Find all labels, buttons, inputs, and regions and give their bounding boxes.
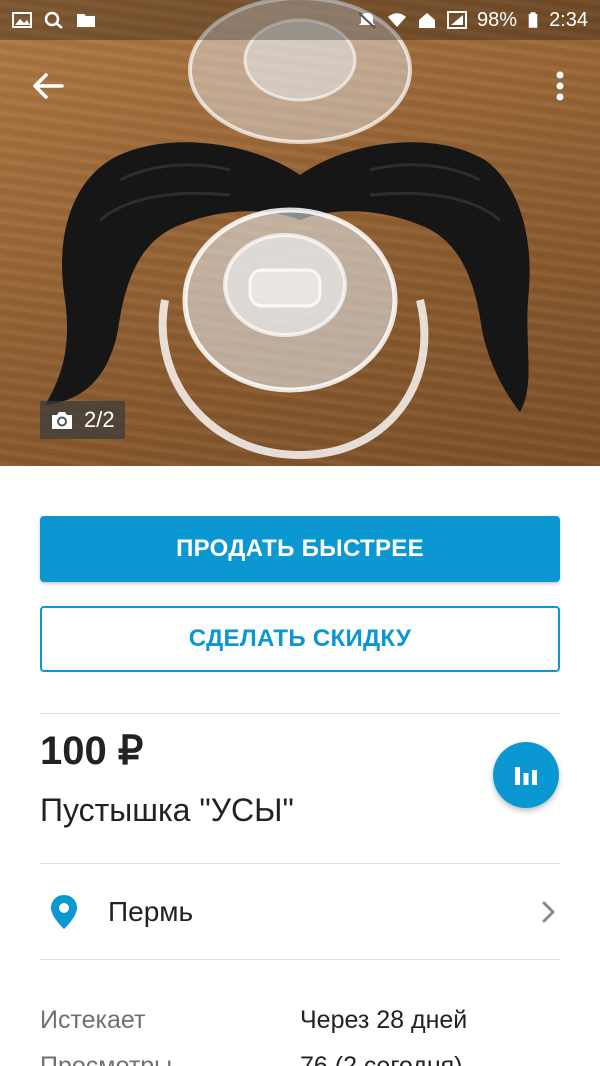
battery-percent: 98% (477, 8, 518, 31)
gallery-icon (12, 12, 32, 28)
photo-counter: 2/2 (40, 401, 125, 439)
detail-label: Истекает (40, 1006, 146, 1034)
statistics-button[interactable] (493, 742, 559, 808)
detail-row-views: Просмотры 76 (2 сегодня) (40, 1052, 560, 1066)
detail-value: Через 28 дней (300, 1006, 468, 1034)
back-arrow-icon[interactable] (28, 66, 68, 106)
mute-icon (358, 12, 376, 29)
folder-icon (77, 14, 95, 27)
sell-faster-button[interactable]: ПРОДАТЬ БЫСТРЕЕ (40, 516, 560, 582)
clock: 2:34 (549, 8, 588, 31)
more-options-icon[interactable] (544, 66, 576, 106)
photo-counter-text: 2/2 (84, 407, 115, 432)
listing-price: 100 ₽ (40, 729, 144, 773)
divider (40, 959, 560, 960)
detail-value: 76 (2 сегодня) (300, 1052, 463, 1066)
make-discount-button[interactable]: СДЕЛАТЬ СКИДКУ (40, 606, 560, 672)
camera-icon (52, 412, 72, 429)
listing-title: Пустышка "УСЫ" (40, 792, 294, 828)
battery-icon (528, 12, 538, 28)
location-pin-icon (51, 895, 77, 929)
chevron-right-icon (542, 901, 555, 923)
detail-row-expires: Истекает Через 28 дней (40, 1006, 560, 1035)
pacifier-mustache-image (45, 0, 530, 460)
divider (40, 713, 560, 714)
location-city: Пермь (108, 896, 194, 927)
bar-chart-icon (515, 767, 537, 785)
signal-icon (447, 11, 468, 29)
status-bar: 98% 2:34 (0, 0, 600, 40)
location-row[interactable]: Пермь (40, 864, 560, 960)
wifi-icon (388, 13, 407, 27)
listing-photo[interactable] (0, 0, 600, 466)
search-icon (44, 11, 63, 29)
detail-label: Просмотры (40, 1052, 173, 1066)
home-icon (419, 13, 436, 28)
